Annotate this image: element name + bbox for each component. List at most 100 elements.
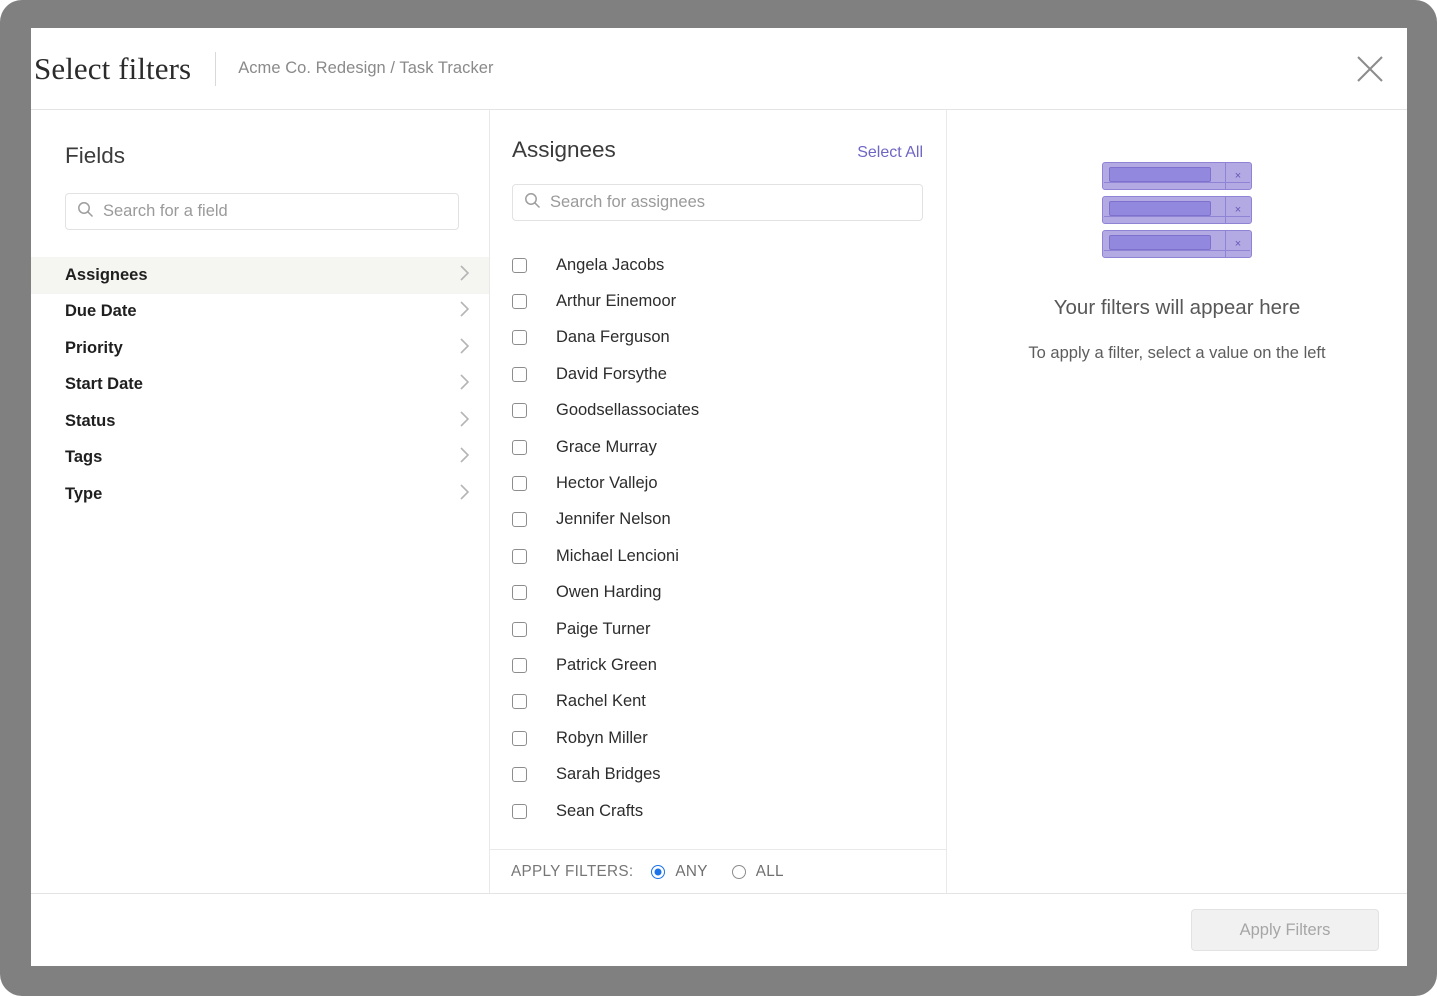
sidebar-item-start-date[interactable]: Start Date [31, 367, 489, 404]
close-icon: × [1234, 238, 1242, 250]
checkbox[interactable] [512, 621, 527, 637]
radio-option-all[interactable]: ALL [731, 862, 784, 881]
checkbox[interactable] [512, 512, 527, 528]
field-label: Start Date [65, 375, 143, 394]
list-item-label: Goodsellassociates [556, 401, 700, 420]
field-label: Tags [65, 448, 103, 467]
placeholder-chip: × [1102, 162, 1252, 190]
checkbox[interactable] [512, 403, 527, 419]
search-icon [77, 201, 94, 223]
list-item-label: Michael Lencioni [556, 546, 679, 565]
list-item[interactable]: Patrick Green [512, 647, 946, 683]
field-search-placeholder: Search for a field [103, 202, 228, 221]
list-item[interactable]: Paige Turner [512, 611, 946, 647]
values-heading: Assignees [512, 137, 616, 162]
checkbox[interactable] [512, 257, 527, 273]
list-item[interactable]: David Forsythe [512, 356, 946, 392]
list-item-label: Jennifer Nelson [556, 510, 671, 529]
sidebar-item-status[interactable]: Status [31, 403, 489, 440]
checkbox[interactable] [512, 330, 527, 346]
field-label: Type [65, 484, 103, 503]
preview-panel: × × × Your filters will appear here To a… [947, 110, 1407, 893]
checkbox[interactable] [512, 366, 527, 382]
list-item-label: Patrick Green [556, 655, 657, 674]
list-item[interactable]: Michael Lencioni [512, 538, 946, 574]
checkbox[interactable] [512, 439, 527, 455]
dialog-footer: Apply Filters [31, 893, 1407, 966]
chevron-right-icon [459, 373, 470, 396]
empty-state-subtitle: To apply a filter, select a value on the… [1028, 344, 1326, 362]
chevron-right-icon [459, 483, 470, 506]
list-item[interactable]: Hector Vallejo [512, 465, 946, 501]
field-label: Assignees [65, 265, 148, 284]
list-item[interactable]: Owen Harding [512, 575, 946, 611]
list-item[interactable]: Goodsellassociates [512, 393, 946, 429]
list-item[interactable]: Angela Jacobs [512, 247, 946, 283]
empty-state-title: Your filters will appear here [1053, 296, 1301, 319]
assignee-search-wrapper: Search for assignees [512, 184, 923, 221]
radio-button[interactable] [731, 864, 746, 879]
sidebar-item-due-date[interactable]: Due Date [31, 294, 489, 331]
checkbox[interactable] [512, 694, 527, 710]
close-icon: × [1234, 204, 1242, 216]
list-item[interactable]: Arthur Einemoor [512, 283, 946, 319]
sidebar-item-assignees[interactable]: Assignees [31, 257, 489, 294]
close-icon: × [1234, 170, 1242, 182]
checkbox[interactable] [512, 767, 527, 783]
checkbox[interactable] [512, 548, 527, 564]
apply-mode-bar: APPLY FILTERS: ANY ALL [490, 849, 946, 893]
field-search-input[interactable]: Search for a field [65, 193, 459, 230]
field-label: Status [65, 411, 116, 430]
list-item-label: Hector Vallejo [556, 474, 658, 493]
radio-label: ANY [675, 862, 708, 880]
list-item-label: Grace Murray [556, 437, 657, 456]
list-item[interactable]: Grace Murray [512, 429, 946, 465]
list-item[interactable]: Jennifer Nelson [512, 502, 946, 538]
list-item-label: Sean Crafts [556, 801, 644, 820]
list-item[interactable]: Sarah Bridges [512, 756, 946, 792]
list-item[interactable]: Sean Crafts [512, 793, 946, 829]
checkbox[interactable] [512, 657, 527, 673]
fields-heading: Fields [65, 143, 126, 168]
placeholder-chip: × [1102, 196, 1252, 224]
close-icon [1355, 54, 1385, 84]
sidebar-item-priority[interactable]: Priority [31, 330, 489, 367]
checkbox[interactable] [512, 585, 527, 601]
chevron-right-icon [459, 410, 470, 433]
list-item-label: David Forsythe [556, 364, 667, 383]
page-title: Select filters [34, 51, 192, 86]
sidebar-item-type[interactable]: Type [31, 476, 489, 513]
sidebar-item-tags[interactable]: Tags [31, 440, 489, 477]
chevron-right-icon [459, 446, 470, 469]
list-item-label: Arthur Einemoor [556, 292, 677, 311]
breadcrumb: Acme Co. Redesign / Task Tracker [238, 59, 494, 77]
values-header: Assignees Select All [490, 137, 946, 163]
checkbox[interactable] [512, 730, 527, 746]
list-item[interactable]: Dana Ferguson [512, 320, 946, 356]
list-item-label: Angela Jacobs [556, 255, 665, 274]
filter-chips-illustration: × × × [1102, 162, 1252, 258]
fields-panel: Fields Search for a field Assignees Due … [31, 110, 490, 893]
checkbox[interactable] [512, 294, 527, 310]
search-icon [524, 192, 541, 214]
list-item-label: Owen Harding [556, 583, 662, 602]
fields-list: Assignees Due Date Priority Start Date S… [31, 257, 489, 513]
list-item-label: Paige Turner [556, 619, 651, 638]
checkbox[interactable] [512, 803, 527, 819]
dialog-body: Fields Search for a field Assignees Due … [31, 110, 1407, 893]
field-label: Due Date [65, 302, 137, 321]
list-item-label: Rachel Kent [556, 692, 646, 711]
checkbox[interactable] [512, 476, 527, 492]
close-button[interactable] [1350, 49, 1390, 89]
radio-button[interactable] [651, 864, 666, 879]
list-item[interactable]: Robyn Miller [512, 720, 946, 756]
radio-label: ALL [755, 862, 784, 880]
assignee-search-input[interactable]: Search for assignees [512, 184, 923, 221]
select-all-link[interactable]: Select All [857, 144, 923, 162]
apply-filters-button[interactable]: Apply Filters [1191, 909, 1379, 951]
list-item[interactable]: Rachel Kent [512, 684, 946, 720]
chip-inner-bar [1109, 167, 1211, 182]
values-panel: Assignees Select All Search for assignee… [490, 110, 947, 893]
radio-option-any[interactable]: ANY [651, 863, 707, 881]
chip-inner-bar [1109, 201, 1211, 216]
